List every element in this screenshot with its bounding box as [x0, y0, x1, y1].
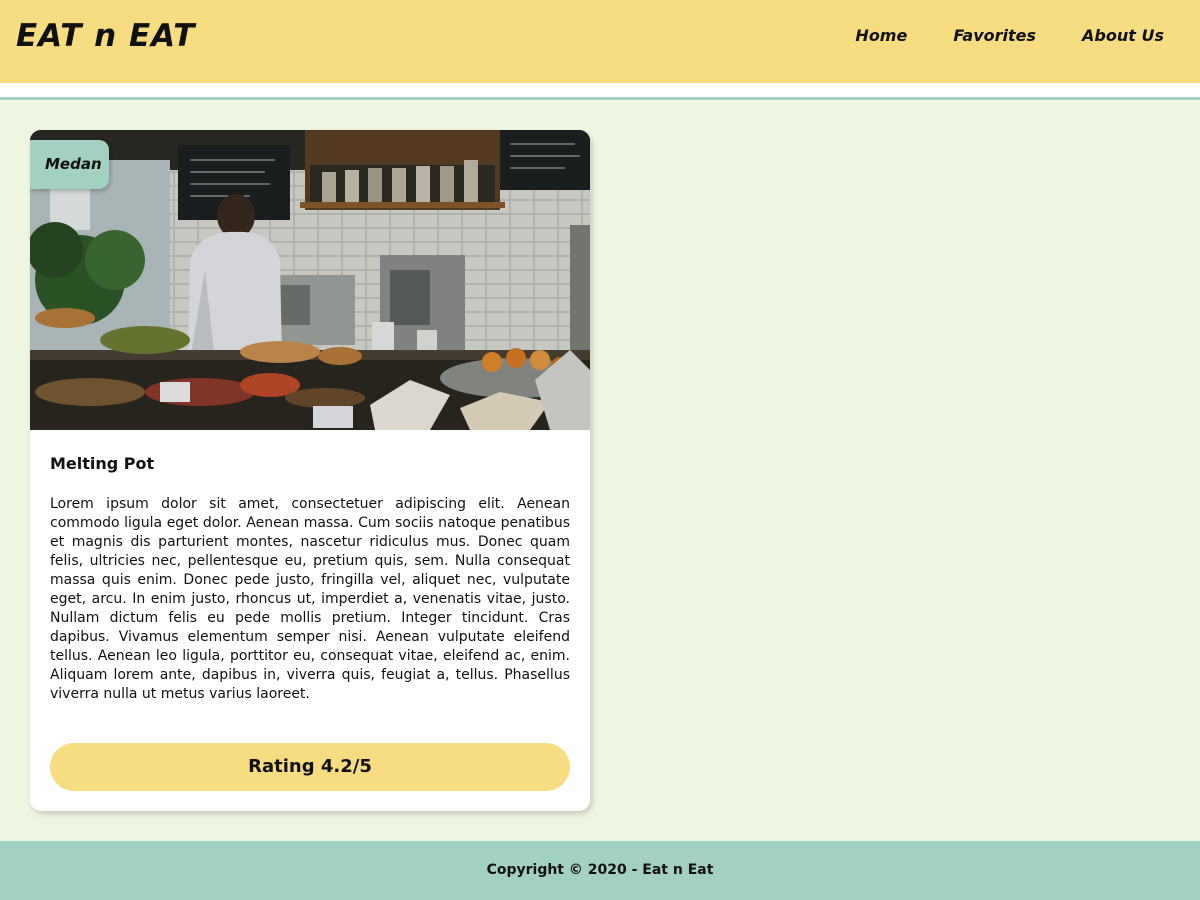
restaurant-description: Lorem ipsum dolor sit amet, consectetuer… — [50, 496, 570, 702]
header-divider — [0, 83, 1200, 100]
nav-favorites-link[interactable]: Favorites — [953, 26, 1036, 45]
brand-logo[interactable]: EAT n EAT — [16, 18, 195, 54]
site-header: EAT n EAT Home Favorites About Us — [0, 0, 1200, 83]
nav-about-us-link[interactable]: About Us — [1082, 26, 1164, 45]
city-tag: Medan — [30, 140, 109, 189]
copyright-text: Copyright © 2020 - Eat n Eat — [486, 862, 714, 878]
restaurant-photo — [30, 130, 590, 430]
main-nav: Home Favorites About Us — [809, 26, 1164, 45]
site-footer: Copyright © 2020 - Eat n Eat — [0, 841, 1200, 900]
restaurant-card: Medan Melting Pot Lorem ipsum dolor sit … — [30, 130, 590, 811]
nav-home-link[interactable]: Home — [855, 26, 907, 45]
restaurant-name: Melting Pot — [50, 454, 155, 473]
rating-button[interactable]: Rating 4.2/5 — [50, 743, 570, 791]
